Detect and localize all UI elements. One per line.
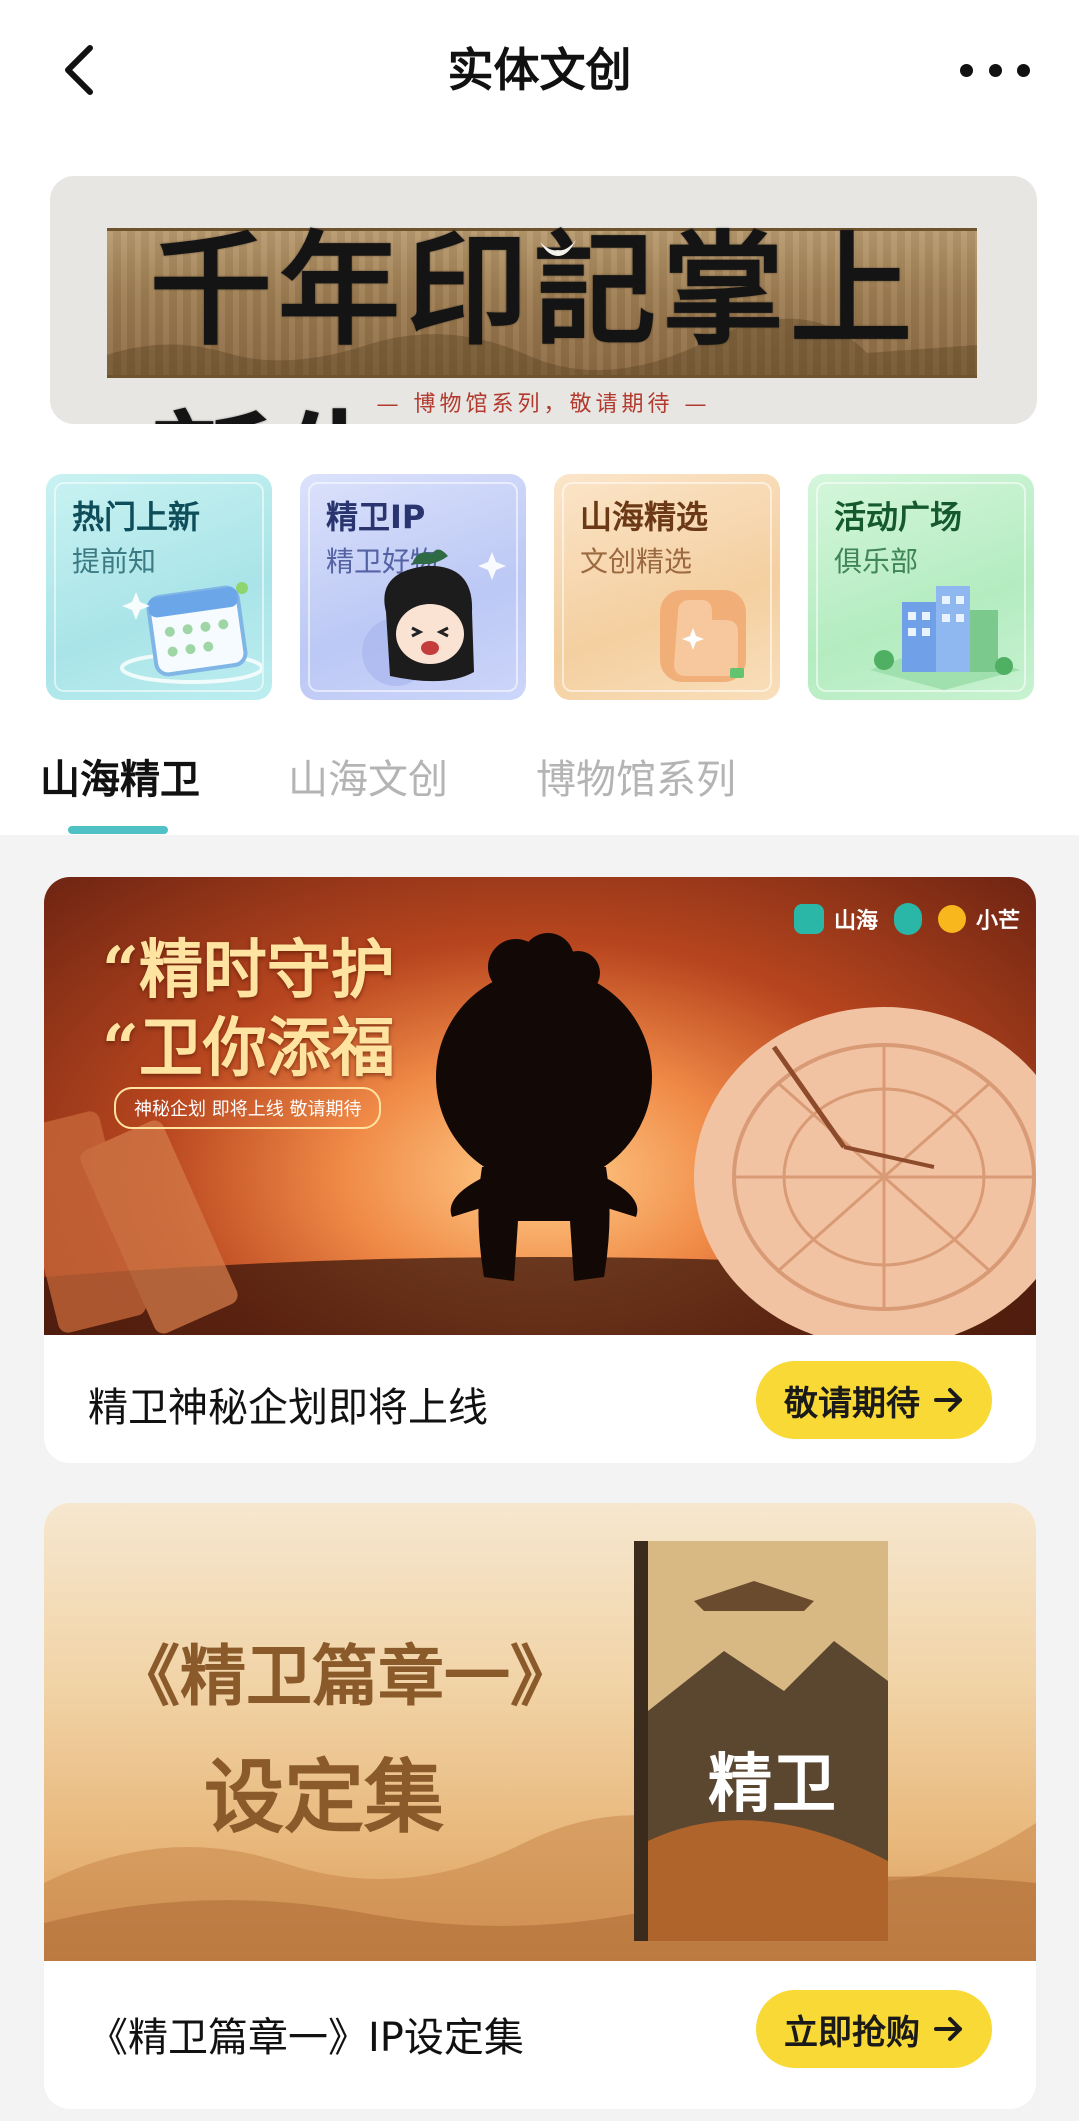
mascot-icon [362,549,506,686]
tab-bar: 山海精卫 山海文创 博物馆系列 [40,740,1040,835]
tile-shanhai-select[interactable]: 山海精选 文创精选 [554,474,780,700]
hero-banner[interactable]: 千年印記掌上新生 — 博物馆系列，敬请期待 — [50,176,1037,424]
card-caption: 《精卫篇章一》IP设定集 [88,2015,524,2061]
arrow-right-icon [934,2017,962,2041]
brand-logo-shanhai-icon [794,904,824,934]
ellipsis-icon [960,63,1030,77]
tab-indicator [68,826,168,834]
tile-title: 活动广场 [834,498,963,536]
page-title: 实体文创 [447,43,632,97]
banner-title: 《精卫篇章一》 [114,1637,576,1715]
hand-icon [660,590,746,682]
banner-line-2: “卫你添福 [102,1011,395,1086]
tab-museum-series[interactable]: 博物馆系列 [536,740,736,820]
product-card[interactable]: 《精卫篇章一》 设定集 精卫 《精卫篇章一》IP设定集 立即抢购 [44,1503,1036,2109]
cta-label: 立即抢购 [784,2012,920,2053]
tile-hot-new[interactable]: 热门上新 提前知 [46,474,272,700]
arrow-right-icon [934,1388,962,1412]
tile-title: 精卫IP [326,498,426,536]
cta-label: 敬请期待 [784,1383,920,1424]
more-button[interactable] [960,52,1030,88]
product-card[interactable]: “精时守护 “卫你添福 神秘企划 即将上线 敬请期待 山海 小芒 精卫神秘企划即… [44,877,1036,1463]
nav-bar: 实体文创 [0,0,1079,140]
brand-shanhai: 山海 [834,909,879,934]
buildings-icon [870,586,1020,690]
tab-shanhai-wenchuang[interactable]: 山海文创 [288,740,448,820]
banner-tagline: 神秘企划 即将上线 敬请期待 [114,1087,382,1129]
card-banner: “精时守护 “卫你添福 神秘企划 即将上线 敬请期待 山海 小芒 [44,877,1036,1335]
hero-headline: 千年印記掌上新生 [150,218,918,424]
brand-logo-jingwei-icon [894,903,923,935]
brand-logo-xiaomang-icon [938,905,967,933]
brand-logos: 山海 小芒 [794,903,1020,935]
hero-subline: — 博物馆系列，敬请期待 — [376,392,711,417]
tab-shanhai-jingwei[interactable]: 山海精卫 [40,740,200,820]
banner-subtitle: 设定集 [204,1750,444,1844]
card-caption: 精卫神秘企划即将上线 [88,1385,488,1431]
tile-activity-plaza[interactable]: 活动广场 俱乐部 [808,474,1034,700]
book-title: 精卫 [708,1747,836,1822]
tile-jingwei-ip[interactable]: 精卫IP 精卫好物 [300,474,526,700]
tile-title: 山海精选 [580,498,709,536]
tile-title: 热门上新 [72,498,201,536]
category-tiles: 热门上新 提前知 精卫IP 精卫好物 山海精选 文创精选 活动广场 俱乐部 [46,474,1036,704]
card-banner: 《精卫篇章一》 设定集 精卫 [44,1503,1036,1961]
bird-icon [540,240,576,256]
notify-button[interactable]: 敬请期待 [756,1361,992,1439]
brand-xiaomang: 小芒 [976,909,1021,934]
calendar-icon [120,582,262,684]
buy-now-button[interactable]: 立即抢购 [756,1990,992,2068]
